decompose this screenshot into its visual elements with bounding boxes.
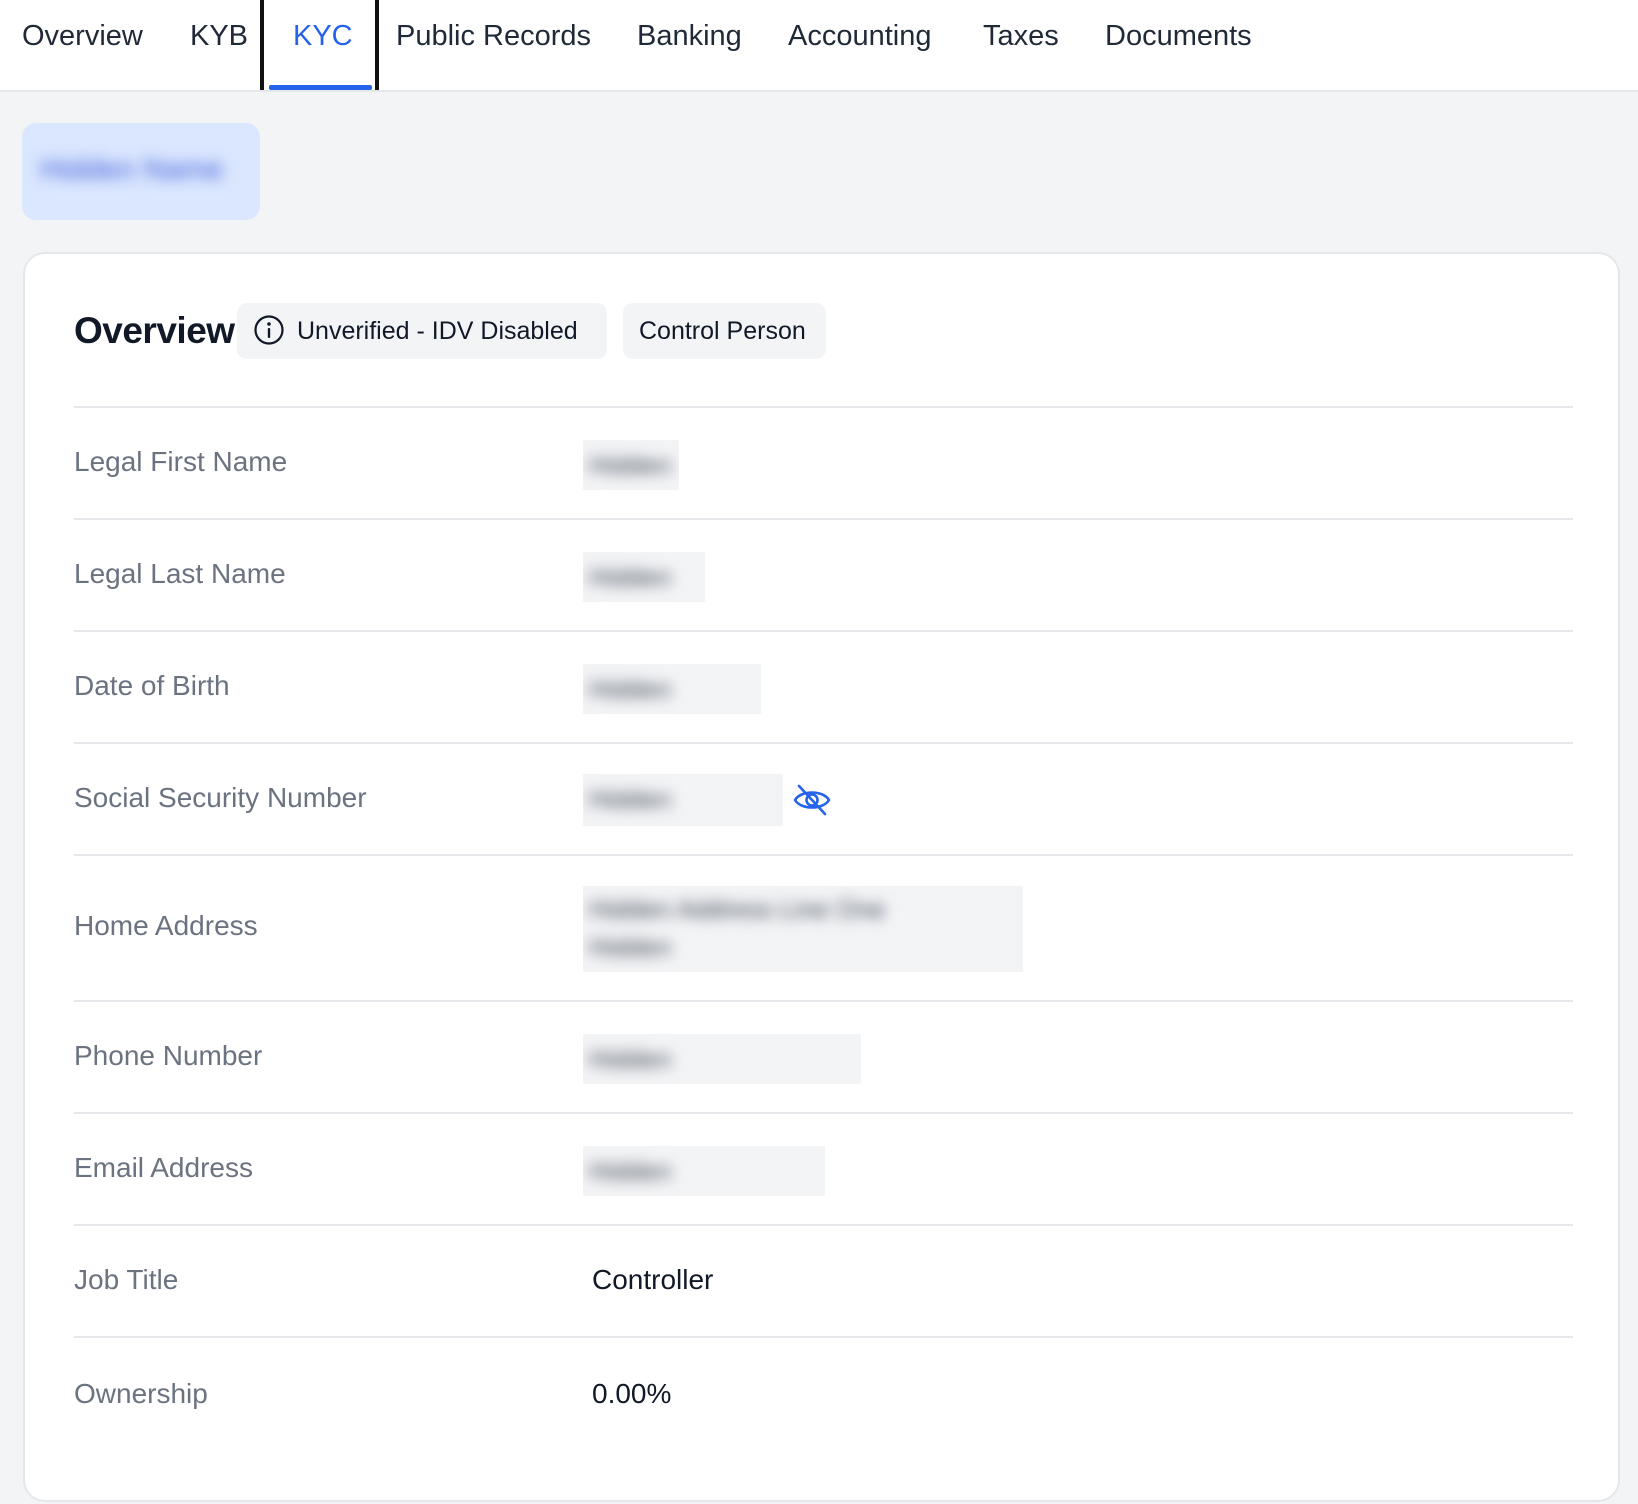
tab-bar: Overview KYB KYC Public Records Banking … <box>0 0 1638 92</box>
card-title: Overview <box>74 310 235 351</box>
field-value-redacted: Hidden <box>583 1034 861 1084</box>
field-row-phone: Phone Number Hidden <box>74 1000 1573 1112</box>
tab-banking[interactable]: Banking <box>637 0 742 90</box>
field-row-ownership: Ownership 0.00% <box>74 1336 1573 1448</box>
field-label: Ownership <box>74 1378 208 1409</box>
field-label: Phone Number <box>74 1040 263 1071</box>
field-value: 0.00% <box>592 1378 672 1409</box>
field-label: Legal Last Name <box>74 558 286 589</box>
field-label: Date of Birth <box>74 670 230 701</box>
field-value: Controller <box>592 1264 714 1295</box>
active-tab-indicator <box>269 85 372 90</box>
field-row-job-title: Job Title Controller <box>74 1224 1573 1336</box>
status-badge-label: Unverified - IDV Disabled <box>297 317 578 345</box>
field-value: Hidden <box>589 784 672 814</box>
field-row-home-address: Home Address Hidden Address Line One Hid… <box>74 854 1573 1000</box>
role-badge: Control Person <box>623 303 826 359</box>
field-value-redacted: Hidden <box>583 1146 825 1196</box>
kyc-overview-card: Overview Unverified - IDV Disabled Contr… <box>23 252 1620 1502</box>
field-row-ssn: Social Security Number Hidden <box>74 742 1573 854</box>
tab-documents[interactable]: Documents <box>1105 0 1252 90</box>
tab-public-records[interactable]: Public Records <box>396 0 591 90</box>
status-badge: Unverified - IDV Disabled <box>237 303 607 359</box>
field-value: Hidden <box>589 450 672 480</box>
field-value-redacted: Hidden <box>583 552 705 602</box>
info-icon <box>254 315 284 345</box>
tab-kyb[interactable]: KYB <box>190 0 248 90</box>
field-row-legal-first-name: Legal First Name Hidden <box>74 406 1573 518</box>
person-name: Hidden Name <box>40 153 224 186</box>
tab-taxes[interactable]: Taxes <box>983 0 1059 90</box>
field-value: Hidden <box>589 562 672 592</box>
field-label: Home Address <box>74 910 258 941</box>
field-value-line2: Hidden <box>589 932 672 962</box>
field-value-redacted: Hidden <box>583 664 761 714</box>
field-label: Email Address <box>74 1152 253 1183</box>
eye-off-icon[interactable] <box>792 780 832 820</box>
field-value-line1: Hidden Address Line One <box>589 894 886 924</box>
field-label: Legal First Name <box>74 446 288 477</box>
field-value: Hidden <box>589 674 672 704</box>
field-value: Hidden <box>589 1044 672 1074</box>
field-label: Job Title <box>74 1264 179 1295</box>
field-value-redacted: Hidden <box>583 440 679 490</box>
field-value-redacted: Hidden Address Line One Hidden <box>583 886 1023 972</box>
field-label: Social Security Number <box>74 782 367 813</box>
field-value: Hidden <box>589 1156 672 1186</box>
tab-overview[interactable]: Overview <box>22 0 143 90</box>
role-badge-label: Control Person <box>639 317 806 345</box>
person-selector-chip[interactable]: Hidden Name <box>22 123 260 220</box>
field-row-date-of-birth: Date of Birth Hidden <box>74 630 1573 742</box>
field-value-redacted: Hidden <box>583 774 783 826</box>
field-row-legal-last-name: Legal Last Name Hidden <box>74 518 1573 630</box>
tab-kyc[interactable]: KYC <box>293 0 353 90</box>
field-row-email: Email Address Hidden <box>74 1112 1573 1224</box>
tab-accounting[interactable]: Accounting <box>788 0 932 90</box>
